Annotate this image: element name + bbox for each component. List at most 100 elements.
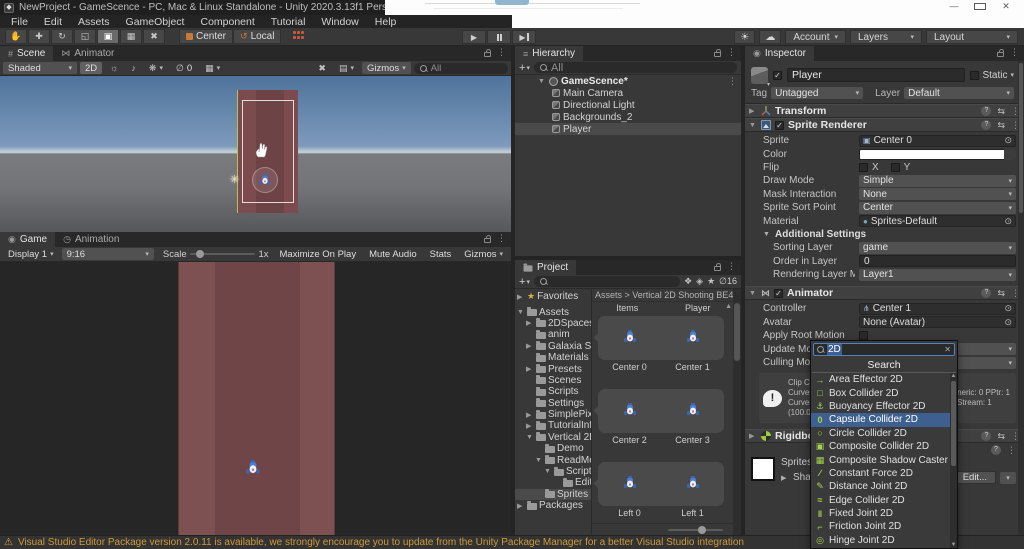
project-tree-item-materials[interactable]: Materials	[515, 352, 591, 363]
object-picker-icon[interactable]: ⊙	[1004, 303, 1012, 314]
sprite-object-field[interactable]: ▣ Center 0 ⊙	[859, 134, 1016, 147]
project-tree-item-packages[interactable]: ▶ Packages	[515, 500, 591, 511]
component-item-constant-force-2d[interactable]: ∕ Constant Force 2D	[811, 467, 952, 480]
foldout-arrow-icon[interactable]: ▼	[544, 468, 552, 475]
component-item-hinge-joint-2d[interactable]: ◎ Hinge Joint 2D	[811, 534, 952, 547]
menu-edit[interactable]: Edit	[37, 16, 69, 28]
sort-point-dropdown[interactable]: Center ▾	[859, 201, 1016, 214]
component-item-composite-collider-2d[interactable]: ▣ Composite Collider 2D	[811, 440, 952, 453]
shader-dropdown[interactable]: ▾	[1000, 471, 1016, 484]
foldout-arrow-icon[interactable]: ▶	[526, 319, 534, 327]
foldout-arrow-icon[interactable]: ▼	[535, 457, 543, 464]
foldout-arrow-icon[interactable]: ▶	[781, 474, 789, 482]
project-tree-item-presets[interactable]: ▶ Presets	[515, 363, 591, 375]
hierarchy-item-backgrounds-2[interactable]: Backgrounds_2	[515, 111, 741, 123]
maximize-button[interactable]	[974, 1, 986, 12]
sprite-sheet-group[interactable]	[598, 462, 724, 506]
project-tree-item-scripts[interactable]: ▼ Scripts	[515, 466, 591, 477]
help-icon[interactable]: ?	[981, 106, 992, 116]
transform-component-header[interactable]: ▶ Transform ? ⇆ ⋮	[745, 104, 1024, 118]
gizmos-dropdown[interactable]: Gizmos ▾	[362, 62, 411, 74]
avatar-object-field[interactable]: None (Avatar) ⊙	[859, 316, 1016, 329]
hierarchy-scene-row[interactable]: ▼ GameScence* ⋮	[515, 75, 741, 87]
foldout-arrow-icon[interactable]: ▶	[526, 342, 534, 350]
row-menu-icon[interactable]: ⋮	[728, 76, 737, 87]
menu-window[interactable]: Window	[314, 16, 365, 28]
project-tree-item-assets[interactable]: ▼ Assets	[515, 306, 591, 318]
flip-y-checkbox[interactable]	[890, 162, 900, 172]
project-tree-item-settings[interactable]: Settings	[515, 398, 591, 409]
sorting-layer-dropdown[interactable]: game ▾	[859, 241, 1016, 254]
pivot-toggle-button[interactable]: Center	[179, 29, 234, 44]
camera-dropdown[interactable]: ▤ ▾	[334, 62, 359, 74]
maximize-on-play-button[interactable]: Maximize On Play	[275, 248, 362, 260]
panel-menu-icon[interactable]: ⋮	[495, 232, 511, 247]
panel-menu-icon[interactable]: ⋮	[725, 46, 741, 61]
object-picker-icon[interactable]: ⊙	[1004, 216, 1012, 227]
component-item-composite-shadow-caster-2d-exp[interactable]: ▦ Composite Shadow Caster 2D (Exp	[811, 453, 952, 466]
hierarchy-item-main-camera[interactable]: Main Camera	[515, 87, 741, 99]
static-checkbox[interactable]	[970, 70, 980, 80]
order-in-layer-field[interactable]: 0	[859, 255, 1016, 268]
sprite-sheet-group[interactable]	[598, 389, 724, 433]
scene-lighting-button[interactable]: ☼	[105, 62, 123, 74]
object-picker-icon[interactable]: ⊙	[1004, 317, 1012, 328]
player-sprite-scene[interactable]	[258, 173, 272, 190]
status-message[interactable]: Visual Studio Editor Package version 2.0…	[18, 537, 744, 548]
menu-help[interactable]: Help	[368, 16, 404, 28]
sprite-thumbnail[interactable]	[598, 462, 661, 506]
scroll-up-icon[interactable]: ▲	[725, 303, 732, 310]
popup-search-input[interactable]: 2D ✕	[813, 343, 955, 356]
sprite-thumbnail[interactable]	[598, 316, 661, 360]
layer-dropdown[interactable]: Default ▾	[904, 87, 1014, 99]
stats-button[interactable]: Stats	[425, 248, 457, 260]
project-tree-item-readme[interactable]: ▼ ReadMe	[515, 454, 591, 466]
help-icon[interactable]: ?	[981, 288, 992, 299]
component-item-circle-collider-2d[interactable]: ○ Circle Collider 2D	[811, 427, 952, 440]
hand-tool-button[interactable]: ✋	[5, 29, 27, 44]
object-picker-icon[interactable]: ⊙	[1004, 135, 1012, 146]
project-content-area[interactable]: Items Player ▲ Center 0 Center 1 Center 2 Ce…	[592, 302, 733, 523]
tab-project[interactable]: Project	[515, 260, 577, 275]
foldout-arrow-icon[interactable]: ▶	[517, 293, 525, 301]
scene-audio-button[interactable]: ♪	[126, 62, 141, 74]
shading-mode-dropdown[interactable]: Shaded ▾	[3, 62, 77, 74]
hierarchy-search-input[interactable]: All	[533, 62, 737, 74]
controller-object-field[interactable]: ⋔ Center 1 ⊙	[859, 302, 1016, 315]
mute-audio-button[interactable]: Mute Audio	[364, 248, 422, 260]
tab-game[interactable]: ◉ Game	[0, 232, 56, 247]
tag-dropdown[interactable]: Untagged ▾	[771, 87, 864, 99]
draw-mode-dropdown[interactable]: Simple ▾	[859, 174, 1016, 187]
tab-animator[interactable]: ⋈ Animator	[53, 46, 122, 61]
project-tree-item-sprites[interactable]: Sprites	[515, 488, 591, 501]
animator-header[interactable]: ▼ ⋈ ✓ Animator ? ⇆ ⋮	[745, 286, 1024, 301]
rotation-toggle-button[interactable]: ↺ Local	[233, 29, 282, 44]
scroll-up-icon[interactable]: ▲	[950, 373, 957, 379]
project-scrollbar[interactable]	[733, 289, 741, 535]
gameobject-cube-icon[interactable]	[751, 66, 770, 88]
rect-tool-button[interactable]: ▣	[97, 29, 119, 44]
layout-dropdown[interactable]: Layout ▾	[926, 30, 1018, 44]
foldout-arrow-icon[interactable]: ▼	[749, 122, 757, 129]
gameobject-name-field[interactable]: Player	[787, 68, 966, 82]
component-item-friction-joint-2d[interactable]: ⌐ Friction Joint 2D	[811, 520, 952, 533]
aspect-ratio-dropdown[interactable]: 9:16 ▾	[61, 248, 154, 260]
tab-scene[interactable]: # Scene	[0, 46, 54, 61]
close-button[interactable]: ✕	[1000, 1, 1012, 12]
move-tool-button[interactable]: ✚	[28, 29, 50, 44]
menu-file[interactable]: File	[4, 16, 35, 28]
presets-icon[interactable]: ⇆	[997, 431, 1005, 442]
scene-search-input[interactable]: All	[413, 62, 508, 74]
label-icon[interactable]: ◈	[696, 276, 703, 287]
game-gizmos-dropdown[interactable]: Gizmos ▾	[459, 248, 508, 260]
play-button[interactable]: ▶	[462, 30, 486, 44]
display-dropdown[interactable]: Display 1 ▾	[3, 248, 59, 260]
sprite-thumbnail[interactable]	[661, 389, 724, 433]
foldout-arrow-icon[interactable]: ▶	[526, 365, 534, 373]
cloud-collab-button[interactable]: ☁	[759, 30, 782, 44]
tab-inspector[interactable]: ◉ Inspector	[745, 46, 814, 61]
scale-tool-button[interactable]: ◱	[74, 29, 96, 44]
sprite-sheet-group[interactable]	[598, 316, 724, 360]
project-tree-item-vertical-2d[interactable]: ▼ Vertical 2D	[515, 432, 591, 443]
lock-icon[interactable]	[714, 49, 721, 57]
